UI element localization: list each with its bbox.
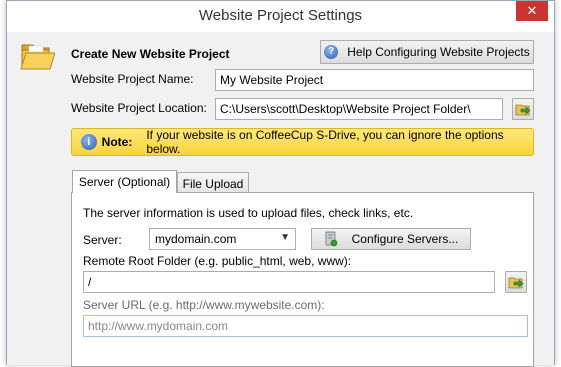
configure-servers-button[interactable]: Configure Servers...	[311, 228, 471, 250]
server-label: Server:	[83, 233, 122, 247]
close-button[interactable]: ✕	[516, 1, 548, 21]
info-icon: i	[81, 134, 97, 150]
remote-root-label: Remote Root Folder (e.g. public_html, we…	[83, 254, 352, 268]
open-folder-icon	[515, 104, 531, 116]
help-icon: ?	[324, 45, 339, 59]
folder-icon	[20, 44, 55, 70]
help-button-label: Help Configuring Website Projects	[347, 45, 530, 59]
note-banner: i Note: If your website is on CoffeeCup …	[71, 128, 534, 156]
tab-file-upload[interactable]: File Upload	[177, 172, 249, 194]
note-label: Note:	[101, 135, 133, 149]
tab-server[interactable]: Server (Optional)	[72, 170, 177, 193]
window-title: Website Project Settings	[198, 7, 363, 24]
server-icon	[325, 231, 337, 247]
section-title: Create New Website Project	[71, 47, 230, 61]
project-name-field[interactable]: My Website Project	[215, 69, 534, 91]
project-location-field[interactable]: C:\Users\scott\Desktop\Website Project F…	[215, 98, 503, 120]
project-name-label: Website Project Name:	[71, 72, 194, 86]
server-selected-value: mydomain.com	[155, 232, 237, 246]
remote-root-field[interactable]: /	[83, 271, 495, 293]
server-url-placeholder: http://www.mydomain.com	[88, 319, 229, 333]
dialog-content: Create New Website Project ? Help Config…	[7, 32, 554, 367]
title-bar: Website Project Settings ✕	[7, 1, 554, 32]
server-url-label: Server URL (e.g. http://www.mywebsite.co…	[83, 298, 325, 312]
configure-servers-label: Configure Servers...	[351, 232, 459, 246]
project-location-label: Website Project Location:	[71, 101, 207, 115]
open-folder-icon	[508, 277, 524, 289]
help-button[interactable]: ? Help Configuring Website Projects	[320, 40, 534, 64]
server-description: The server information is used to upload…	[83, 206, 414, 220]
settings-window: Website Project Settings ✕ Create New We…	[6, 0, 555, 367]
chevron-down-icon: ▼	[280, 232, 290, 243]
browse-location-button[interactable]	[512, 98, 534, 120]
browse-remote-folder-button[interactable]	[505, 271, 527, 293]
note-text: If your website is on CoffeeCup S-Drive,…	[146, 128, 504, 156]
server-url-field[interactable]: http://www.mydomain.com	[83, 315, 528, 337]
server-dropdown[interactable]: mydomain.com ▼	[149, 228, 296, 250]
